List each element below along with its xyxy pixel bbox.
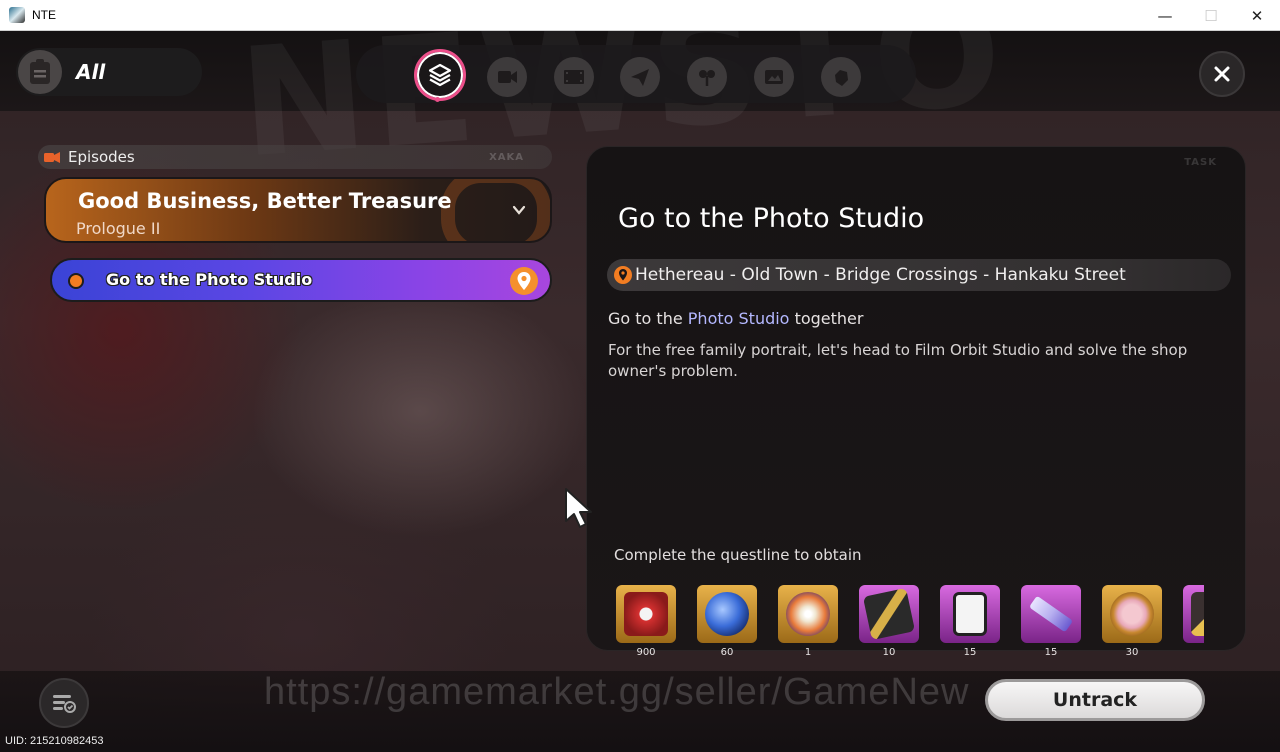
gem-shard-icon	[1028, 595, 1074, 633]
tab-photo[interactable]	[754, 57, 794, 97]
all-filter-button[interactable]: All	[16, 48, 202, 96]
reward-icon-frame	[616, 585, 676, 643]
reward-count: 15	[1044, 647, 1058, 658]
watermark-url: https://gamemarket.gg/seller/GameNew	[264, 671, 970, 713]
projector-icon	[44, 152, 60, 163]
close-icon	[1214, 66, 1230, 82]
ticket-icon	[1191, 592, 1204, 636]
reward-count: 6	[1183, 647, 1204, 658]
category-tabs	[356, 45, 916, 103]
badge-icon	[624, 592, 668, 636]
goal-prefix: Go to the	[608, 309, 683, 328]
reward-icon-frame	[859, 585, 919, 643]
reward-item[interactable]: 15	[1021, 585, 1081, 658]
tab-all-categories[interactable]	[414, 49, 466, 101]
reward-icon-frame	[1183, 585, 1204, 643]
cards-icon	[953, 592, 987, 636]
objective-item[interactable]: Go to the Photo Studio	[50, 258, 552, 302]
reward-count: 1	[804, 647, 812, 658]
blue-orb-icon	[705, 592, 749, 636]
episodes-watermark: XAKA	[489, 151, 524, 163]
reward-item[interactable]: 15	[940, 585, 1000, 658]
window-titlebar: NTE — ☐ ✕	[0, 0, 1280, 31]
tab-projector[interactable]	[487, 57, 527, 97]
active-tab-indicator	[435, 97, 440, 102]
quest-detail-panel: TASK Go to the Photo Studio Hethereau - …	[586, 146, 1246, 658]
objective-label: Go to the Photo Studio	[106, 270, 313, 289]
location-text: Hethereau - Old Town - Bridge Crossings …	[635, 265, 1126, 285]
glove-icon	[835, 70, 848, 86]
layers-icon	[428, 63, 452, 87]
reward-list: 900 60 1 10 15 15 30	[616, 585, 1204, 663]
clipboard-icon	[18, 50, 62, 94]
quest-card[interactable]: Good Business, Better Treasure Prologue …	[44, 177, 552, 243]
close-button[interactable]	[1199, 51, 1245, 97]
quest-subtitle: Prologue II	[76, 219, 161, 238]
window-close-button[interactable]: ✕	[1234, 0, 1280, 31]
goal-highlight: Photo Studio	[687, 309, 790, 328]
objective-status-dot	[68, 273, 84, 289]
photo-card-icon	[765, 70, 783, 84]
burst-icon	[786, 592, 830, 636]
map-pin-icon	[517, 272, 531, 290]
reward-count: 15	[963, 647, 977, 658]
location-pin-icon	[614, 266, 632, 284]
tab-film[interactable]	[554, 57, 594, 97]
chevron-down-icon[interactable]	[512, 203, 526, 217]
episodes-label: Episodes	[68, 148, 135, 166]
paper-plane-icon	[631, 69, 649, 86]
reward-title: Complete the questline to obtain	[614, 546, 862, 564]
pig-coin-icon	[1110, 592, 1154, 636]
quest-log-button[interactable]	[39, 678, 89, 728]
app-icon	[9, 7, 25, 23]
reward-icon-frame	[940, 585, 1000, 643]
reward-icon-frame	[697, 585, 757, 643]
tab-relations[interactable]	[687, 57, 727, 97]
quest-description: For the free family portrait, let's head…	[608, 341, 1188, 380]
reward-count: 900	[636, 647, 656, 658]
tab-glove[interactable]	[821, 57, 861, 97]
detail-title: Go to the Photo Studio	[618, 203, 925, 234]
map-pin-button[interactable]	[510, 267, 538, 295]
list-check-icon	[53, 695, 76, 713]
uid-label: UID: 215210982453	[5, 735, 104, 747]
maximize-button[interactable]: ☐	[1188, 0, 1234, 31]
reward-icon-frame	[1021, 585, 1081, 643]
window-title: NTE	[32, 8, 56, 22]
game-viewport: NEWSTO All Episodes XAKA Good Business, …	[0, 31, 1280, 752]
reward-item[interactable]: 60	[697, 585, 757, 658]
goal-suffix: together	[794, 309, 864, 328]
flower-icon	[699, 70, 715, 86]
all-filter-label: All	[76, 60, 106, 84]
reward-item[interactable]: 1	[778, 585, 838, 658]
box-icon	[862, 587, 916, 641]
reward-icon-frame	[778, 585, 838, 643]
quest-card-decoration	[441, 179, 550, 241]
projector-icon	[498, 71, 517, 83]
reward-count: 10	[882, 647, 896, 658]
reward-icon-frame	[1102, 585, 1162, 643]
tab-message[interactable]	[620, 57, 660, 97]
quest-title: Good Business, Better Treasure	[78, 189, 452, 213]
reward-count: 60	[720, 647, 734, 658]
reward-item[interactable]: 6	[1183, 585, 1204, 658]
mouse-cursor-icon	[565, 488, 592, 528]
reward-item[interactable]: 10	[859, 585, 919, 658]
location-bar: Hethereau - Old Town - Bridge Crossings …	[607, 259, 1231, 291]
reward-item[interactable]: 30	[1102, 585, 1162, 658]
minimize-button[interactable]: —	[1142, 0, 1188, 31]
reward-count: 30	[1125, 647, 1139, 658]
untrack-button[interactable]: Untrack	[985, 679, 1205, 721]
episodes-header: Episodes XAKA	[38, 145, 552, 169]
reward-item[interactable]: 900	[616, 585, 676, 658]
detail-watermark: TASK	[1184, 157, 1217, 168]
film-icon	[564, 70, 584, 84]
goal-text: Go to the Photo Studio together	[608, 309, 863, 328]
